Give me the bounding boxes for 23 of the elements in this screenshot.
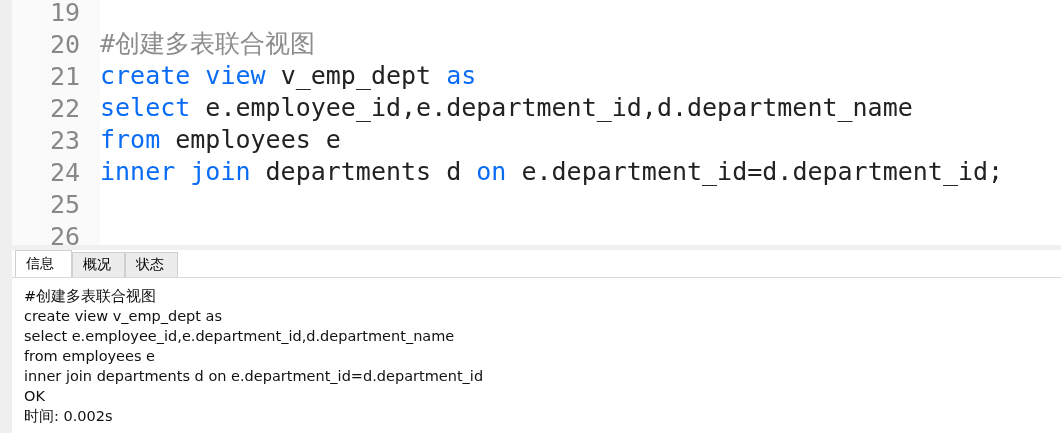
message-line: 时间: 0.002s [24, 407, 114, 426]
message-line: OK [24, 387, 46, 406]
code-line: inner join departments d on e.department_id=d.department_id; [100, 156, 1004, 188]
code-line: create view v_emp_dept as [100, 60, 477, 92]
line-number: 21 [48, 63, 81, 89]
line-number: 23 [48, 127, 81, 153]
result-tab[interactable]: 概况 [72, 252, 125, 277]
code-line: from employees e [100, 124, 341, 156]
line-number: 26 [48, 223, 81, 245]
message-line: select e.employee_id,e.department_id,d.department_name [24, 327, 456, 346]
message-line: inner join departments d on e.department_id=d.department_id [24, 367, 485, 386]
message-line: from employees e [24, 347, 156, 366]
result-tab[interactable]: 状态 [125, 252, 178, 277]
line-number: 24 [48, 159, 81, 185]
line-number: 19 [48, 0, 81, 25]
message-line: create view v_emp_dept as [24, 307, 224, 326]
line-number: 22 [48, 95, 81, 121]
result-tab[interactable]: 信息 [15, 250, 72, 277]
code-line: select e.employee_id,e.department_id,d.department_name [100, 92, 913, 124]
message-line: #创建多表联合视图 [24, 287, 158, 306]
line-number: 20 [48, 31, 81, 57]
line-number: 25 [48, 191, 81, 217]
code-line: #创建多表联合视图 [100, 28, 316, 60]
